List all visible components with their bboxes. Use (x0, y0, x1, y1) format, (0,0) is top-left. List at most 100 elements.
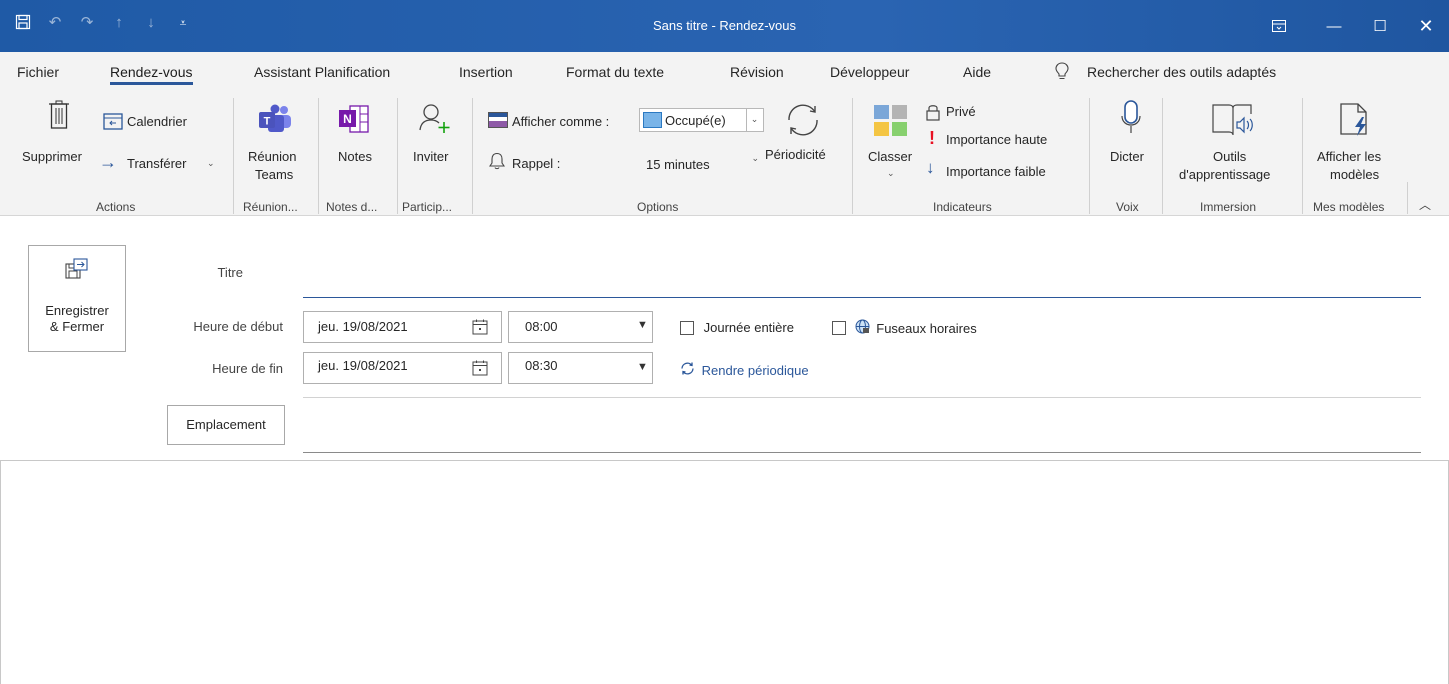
calendar-icon[interactable] (472, 319, 488, 338)
location-button[interactable]: Emplacement (167, 405, 285, 445)
start-date-value: jeu. 19/08/2021 (318, 319, 408, 334)
show-as-label: Afficher comme : (512, 114, 610, 129)
group-label-tags: Indicateurs (933, 200, 992, 214)
categorize-chevron-icon[interactable]: ⌄ (887, 168, 895, 179)
show-as-dropdown[interactable]: Occupé(e) ⌄ (639, 108, 764, 132)
dictate-button[interactable]: Dicter (1110, 149, 1144, 164)
tab-insertion[interactable]: Insertion (459, 64, 513, 80)
onenote-icon: N (338, 104, 370, 137)
all-day-checkbox-box[interactable] (680, 320, 694, 335)
start-time-dropdown[interactable]: 08:00 ▼ (508, 311, 653, 343)
forward-button[interactable]: Transférer (127, 156, 186, 171)
save-close-label: Enregistrer (45, 303, 109, 318)
globe-icon (855, 319, 870, 337)
lock-icon (925, 103, 941, 124)
all-day-label: Journée entière (703, 320, 794, 336)
low-importance-button[interactable]: Importance faible (946, 164, 1046, 179)
calendar-icon[interactable] (472, 360, 488, 379)
time-zones-checkbox-box[interactable] (832, 321, 846, 335)
tab-assistant-planification[interactable]: Assistant Planification (254, 64, 390, 80)
show-as-value: Occupé(e) (665, 113, 726, 128)
group-separator (1162, 98, 1163, 214)
end-time-chevron-icon: ▼ (637, 361, 648, 373)
window-title: Sans titre - Rendez-vous (652, 18, 797, 33)
notes-body-editor[interactable] (0, 461, 1449, 684)
group-separator (397, 98, 398, 214)
notes-button[interactable]: Notes (338, 149, 372, 164)
window-controls: — ☐ ✕ (1247, 0, 1449, 52)
group-label-immersive: Immersion (1200, 200, 1257, 214)
group-separator (1302, 98, 1303, 214)
group-separator (472, 98, 473, 214)
group-separator (1407, 182, 1408, 214)
group-separator (852, 98, 853, 214)
high-importance-button[interactable]: Importance haute (946, 132, 1047, 147)
make-recurring-link[interactable]: Rendre périodique (680, 361, 809, 379)
all-day-checkbox[interactable]: Journée entière (680, 319, 794, 335)
collapse-ribbon-icon[interactable]: ︿ (1419, 196, 1431, 213)
save-close-icon (65, 258, 89, 283)
end-time-label: Heure de fin (212, 361, 283, 376)
calendar-button[interactable]: Calendrier (127, 114, 187, 129)
tab-aide[interactable]: Aide (963, 64, 991, 80)
location-button-label: Emplacement (186, 417, 266, 432)
end-time-dropdown[interactable]: 08:30 ▼ (508, 352, 653, 384)
recurrence-button[interactable]: Périodicité (765, 147, 826, 162)
teams-meeting-button[interactable]: Réunion (248, 149, 296, 164)
group-separator (233, 98, 234, 214)
location-input[interactable] (303, 405, 1421, 453)
forward-dropdown-chevron-icon[interactable]: ⌄ (207, 158, 215, 169)
view-templates-button[interactable]: Afficher les (1317, 149, 1381, 164)
immersive-reader-icon (1211, 102, 1255, 141)
teams-meeting-button-line2: Teams (255, 167, 294, 182)
save-close-button[interactable]: Enregistrer & Fermer (28, 245, 126, 352)
end-date-value: jeu. 19/08/2021 (318, 358, 408, 373)
minimize-icon[interactable]: — (1311, 0, 1357, 52)
delete-button[interactable]: Supprimer (22, 149, 82, 164)
lightbulb-icon (1055, 62, 1069, 83)
divider (303, 397, 1421, 398)
tab-rendez-vous[interactable]: Rendez-vous (110, 64, 193, 85)
categorize-icon (873, 104, 909, 141)
close-icon[interactable]: ✕ (1403, 0, 1449, 52)
trash-icon[interactable] (48, 100, 70, 133)
group-label-attendees: Particip... (402, 200, 453, 214)
ribbon: Supprimer Calendrier → Transférer ⌄ Acti… (0, 92, 1449, 216)
title-input[interactable] (303, 252, 1421, 298)
start-time-chevron-icon: ▼ (637, 319, 648, 331)
invite-button[interactable]: Inviter (413, 149, 448, 164)
time-zones-checkbox[interactable]: Fuseaux horaires (832, 319, 977, 337)
group-separator (1089, 98, 1090, 214)
immersive-reader-button[interactable]: Outils (1213, 149, 1246, 164)
tab-format-du-texte[interactable]: Format du texte (566, 64, 664, 80)
ribbon-display-options-icon[interactable] (1247, 0, 1311, 52)
tab-developpeur[interactable]: Développeur (830, 64, 909, 80)
categorize-button[interactable]: Classer (868, 149, 912, 164)
recurrence-icon (783, 102, 823, 141)
reminder-value: 15 minutes (646, 157, 710, 172)
private-button[interactable]: Privé (946, 104, 976, 119)
reminder-dropdown[interactable]: 15 minutes ⌄ (639, 150, 764, 174)
tab-fichier[interactable]: Fichier (17, 64, 59, 80)
title-label: Titre (217, 265, 243, 280)
save-close-label-line2: & Fermer (49, 319, 105, 334)
ribbon-tabs: Fichier Rendez-vous Assistant Planificat… (0, 52, 1449, 92)
start-time-label: Heure de début (193, 319, 283, 334)
maximize-icon[interactable]: ☐ (1357, 0, 1403, 52)
start-date-picker[interactable]: jeu. 19/08/2021 (303, 311, 502, 343)
show-as-icon (488, 112, 508, 131)
low-importance-icon: ↓ (926, 158, 935, 177)
high-importance-icon: ! (929, 128, 935, 148)
make-recurring-label: Rendre périodique (701, 362, 809, 378)
view-templates-icon (1338, 102, 1372, 141)
reminder-chevron-icon: ⌄ (751, 153, 759, 163)
tell-me-search[interactable]: Rechercher des outils adaptés (1087, 64, 1276, 80)
reminder-label: Rappel : (512, 156, 561, 171)
tab-revision[interactable]: Révision (730, 64, 784, 80)
group-separator (318, 98, 319, 214)
time-zones-label: Fuseaux horaires (876, 320, 977, 336)
group-label-meeting: Réunion... (243, 200, 298, 214)
view-templates-button-line2: modèles (1330, 167, 1380, 182)
show-as-chevron-icon: ⌄ (746, 109, 762, 131)
end-date-picker[interactable]: jeu. 19/08/2021 (303, 352, 502, 384)
